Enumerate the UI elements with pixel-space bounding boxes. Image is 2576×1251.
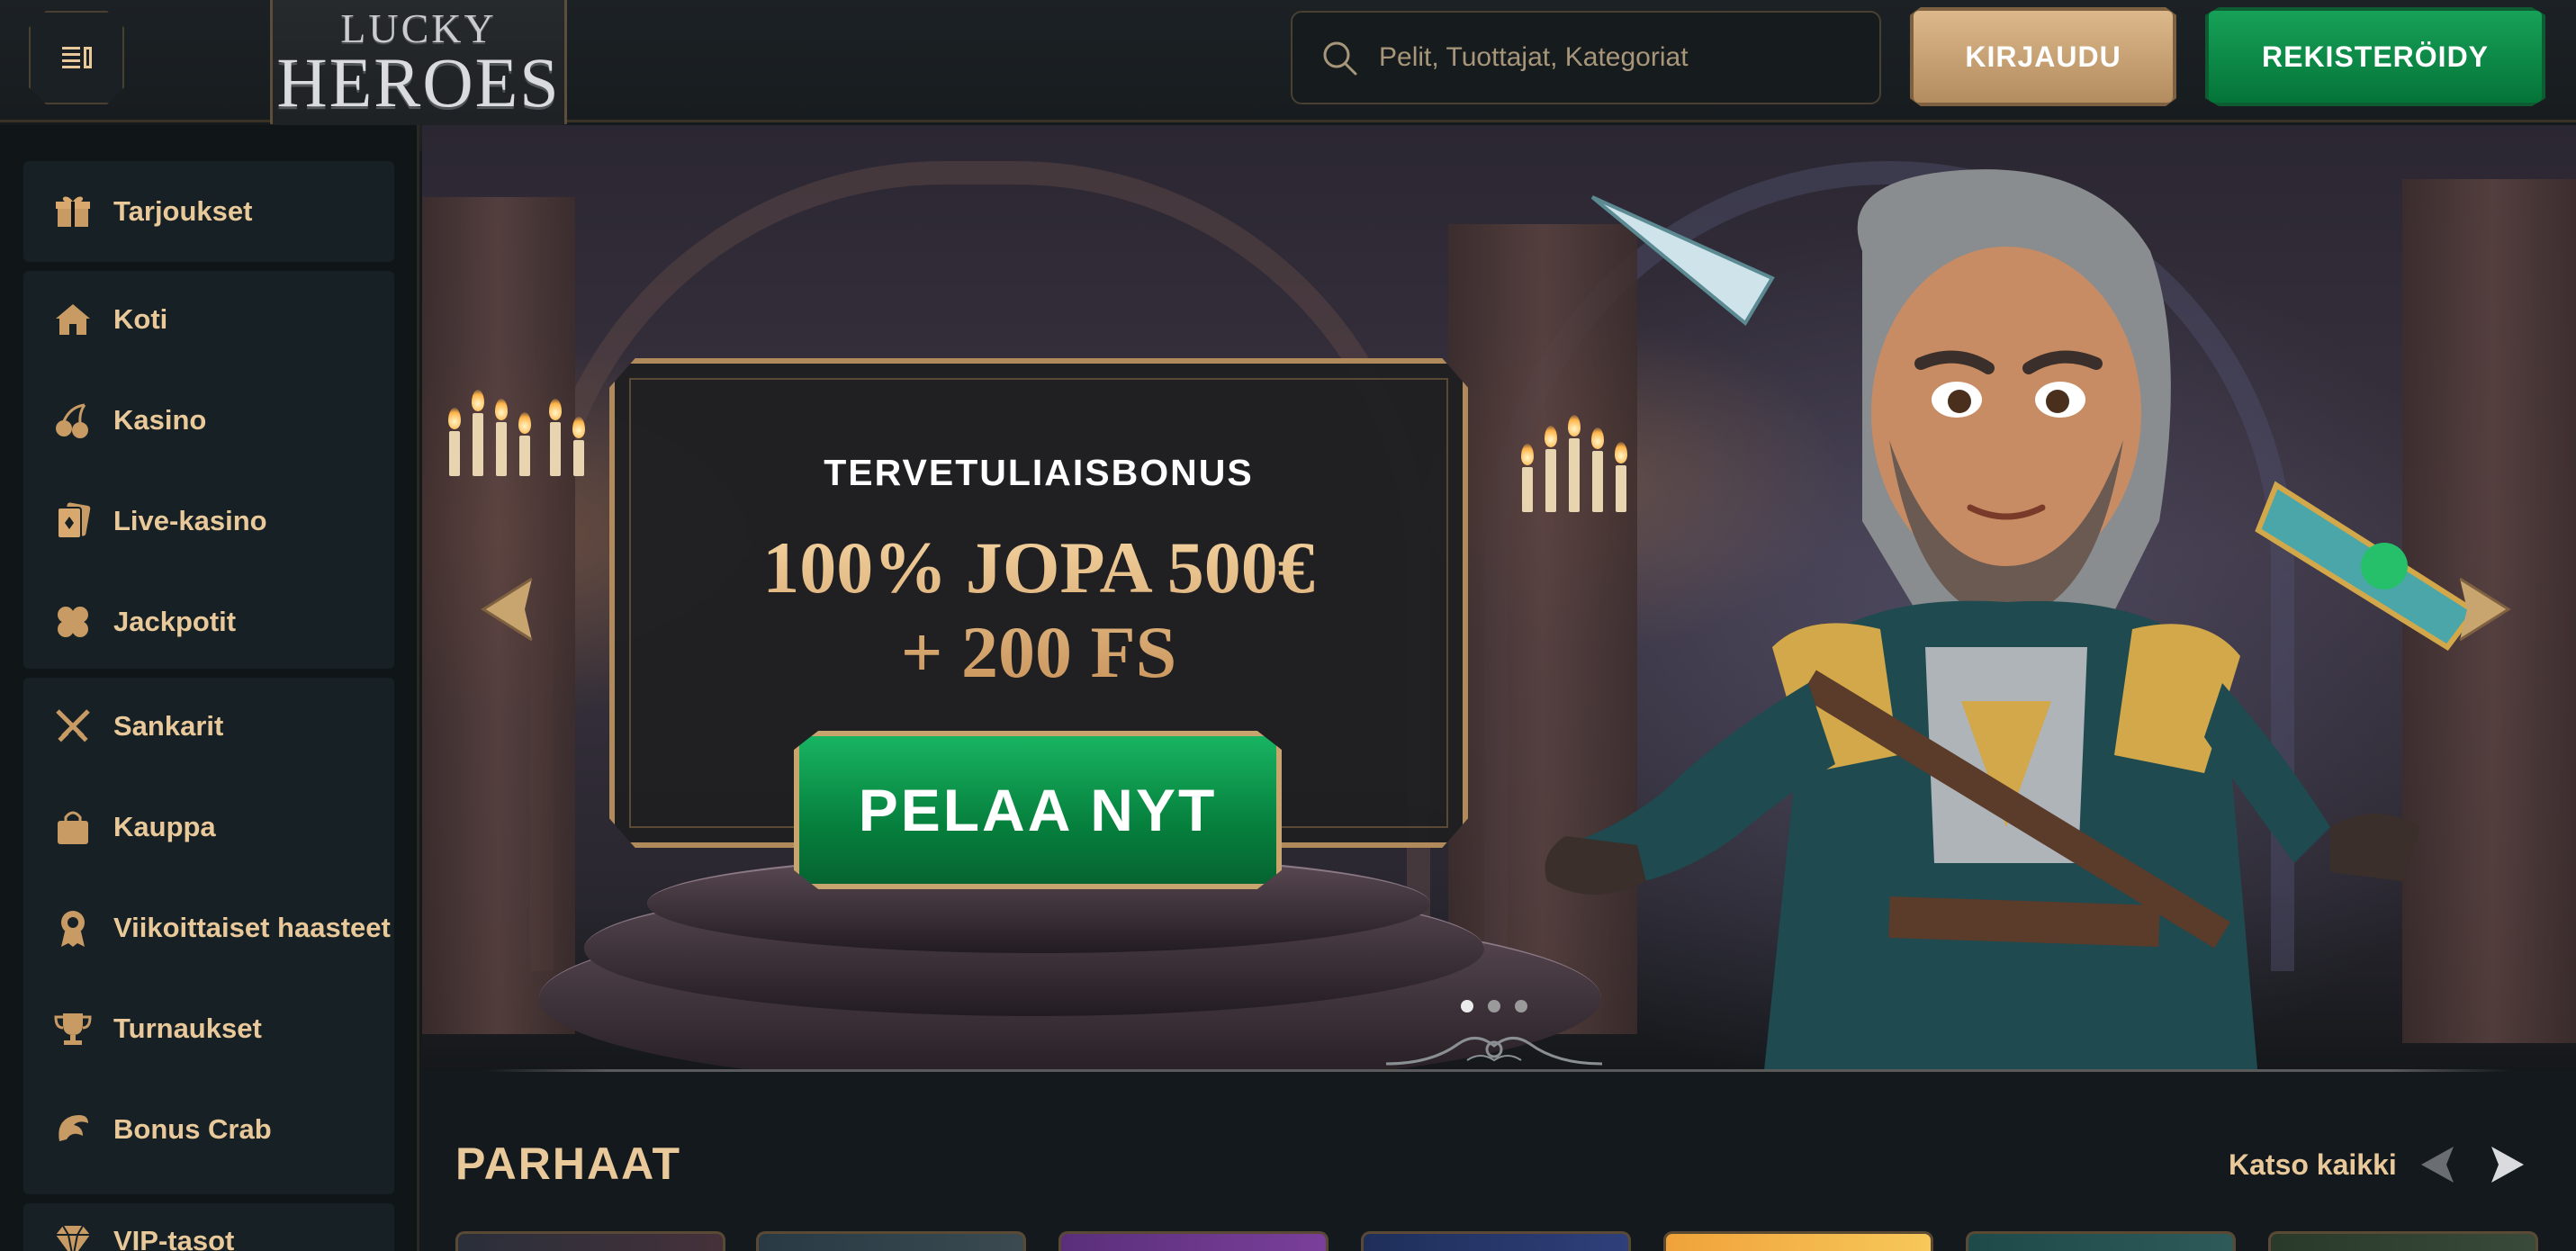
register-button[interactable]: REKISTERÖIDY (2205, 7, 2545, 106)
carousel-prev-button[interactable] (2418, 1143, 2457, 1186)
sidebar-item-label: Bonus Crab (113, 1113, 272, 1145)
promo-subtitle: TERVETULIAISBONUS (824, 452, 1254, 493)
candle (496, 422, 507, 476)
sidebar-group-promotions: Tarjoukset (23, 161, 394, 262)
gift-icon (52, 191, 94, 232)
sidebar-item-jackpotit[interactable]: Jackpotit (23, 577, 394, 667)
promo-title-line1: 100% JOPA 500€ (762, 526, 1315, 608)
candle (1522, 467, 1533, 512)
logo-text-bottom: HEROES (276, 43, 561, 122)
sidebar-item-koti[interactable]: Koti (23, 274, 394, 364)
home-icon (52, 299, 94, 340)
diamond-icon (52, 1220, 94, 1251)
carousel-next-button[interactable] (2488, 1143, 2527, 1186)
sidebar-item-label: Kasino (113, 404, 207, 436)
menu-icon (62, 47, 92, 68)
sidebar-group-main: Koti Kasino Live-kasino Jackpotit (23, 271, 394, 669)
play-now-button[interactable]: PELAA NYT (794, 731, 1282, 889)
candle-flame (518, 412, 531, 434)
chevron-right-icon (2459, 577, 2511, 642)
sidebar-item-label: Live-kasino (113, 505, 267, 536)
game-card[interactable] (1966, 1231, 2236, 1251)
playing-card-icon (52, 500, 94, 542)
sidebar-item-label: Koti (113, 303, 168, 335)
chevron-left-icon (2421, 1147, 2454, 1183)
candle-flame (495, 399, 508, 420)
sidebar-item-live-kasino[interactable]: Live-kasino (23, 476, 394, 566)
trophy-icon (52, 1008, 94, 1049)
sidebar-item-label: Kauppa (113, 811, 216, 842)
ornament-icon (1385, 1037, 1603, 1066)
sidebar-item-label: Sankarit (113, 710, 224, 742)
chevron-left-icon (481, 577, 533, 642)
hero-banner: TERVETULIAISBONUS 100% JOPA 500€ + 200 F… (422, 125, 2576, 1070)
search-input[interactable] (1379, 42, 1865, 73)
sidebar-group-features: Sankarit Kauppa Viikoittaiset haasteet T… (23, 678, 394, 1194)
candle (550, 422, 561, 476)
slide-dot-1[interactable] (1461, 1000, 1473, 1012)
promo-title: 100% JOPA 500€ + 200 FS (615, 526, 1463, 695)
sidebar-item-turnaukset[interactable]: Turnaukset (23, 984, 394, 1074)
game-card[interactable] (1058, 1231, 1329, 1251)
candle (449, 431, 460, 476)
candle-flame (549, 399, 562, 420)
slide-dot-2[interactable] (1488, 1000, 1500, 1012)
menu-toggle-button[interactable] (29, 11, 124, 104)
sidebar-item-label: VIP-tasot (113, 1225, 235, 1251)
login-button[interactable]: KIRJAUDU (1910, 7, 2176, 106)
top-header: LUCKY HEROES KIRJAUDU REKISTERÖIDY (0, 0, 2576, 151)
candle (573, 440, 584, 476)
sidebar-item-label: Jackpotit (113, 606, 237, 637)
shopping-bag-icon (52, 806, 94, 848)
sidebar-item-sankarit[interactable]: Sankarit (23, 681, 394, 771)
candle-flame (1521, 444, 1534, 465)
sidebar-item-label: Tarjoukset (113, 195, 253, 227)
section-title: PARHAAT (455, 1138, 682, 1189)
sidebar-item-tarjoukset[interactable]: Tarjoukset (23, 166, 394, 256)
crab-claw-icon (52, 1109, 94, 1150)
promo-title-line2: + 200 FS (900, 611, 1177, 693)
clover-icon (52, 601, 94, 643)
sidebar-item-bonus-crab[interactable]: Bonus Crab (23, 1084, 394, 1174)
game-card[interactable] (2268, 1231, 2538, 1251)
see-all-link[interactable]: Katso kaikki (2229, 1148, 2397, 1182)
game-card[interactable] (1361, 1231, 1631, 1251)
candle-flame (448, 408, 461, 429)
sidebar-item-label: Turnaukset (113, 1012, 262, 1044)
sidebar-item-kauppa[interactable]: Kauppa (23, 782, 394, 872)
candle-flame (472, 390, 484, 411)
sidebar-nav: Tarjoukset Koti Kasino Live-kasino Jackp… (0, 125, 419, 1251)
chevron-right-icon (2491, 1147, 2524, 1183)
crossed-swords-icon (52, 706, 94, 747)
sidebar-group-vip: VIP-tasot (23, 1203, 394, 1251)
candle-flame (572, 417, 585, 438)
candle (519, 436, 530, 476)
search-bar[interactable] (1291, 11, 1881, 104)
sidebar-item-kasino[interactable]: Kasino (23, 375, 394, 465)
search-icon (1323, 41, 1357, 76)
slide-dot-3[interactable] (1515, 1000, 1527, 1012)
cherries-icon (52, 400, 94, 441)
game-card[interactable] (455, 1231, 725, 1251)
candle (473, 413, 483, 476)
hero-prev-button[interactable] (476, 575, 539, 644)
hero-character-image (1545, 169, 2479, 1070)
game-card[interactable] (1663, 1231, 1933, 1251)
sidebar-item-viikoittaiset-haasteet[interactable]: Viikoittaiset haasteet (23, 883, 394, 973)
sidebar-item-vip-tasot[interactable]: VIP-tasot (23, 1196, 394, 1251)
hero-next-button[interactable] (2453, 575, 2516, 644)
sidebar-item-label: Viikoittaiset haasteet (113, 912, 391, 943)
medal-icon (52, 907, 94, 949)
slide-indicator (1461, 1000, 1527, 1012)
game-card[interactable] (756, 1231, 1026, 1251)
